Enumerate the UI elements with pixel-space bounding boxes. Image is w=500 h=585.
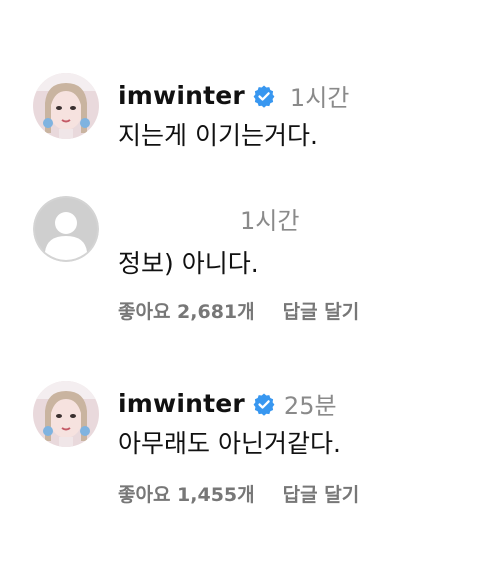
avatar-photo-icon (33, 381, 99, 447)
user-avatar[interactable] (33, 381, 99, 447)
user-avatar[interactable] (33, 73, 99, 139)
reply-button[interactable]: 답글 달기 (283, 480, 360, 507)
comment-text: 정보) 아니다. (118, 249, 259, 278)
comment-actions: 좋아요 2,681개 답글 달기 (118, 297, 359, 324)
verified-badge-icon (252, 84, 276, 108)
comment-text: 아무래도 아닌거같다. (118, 429, 341, 458)
verified-badge-icon (252, 392, 276, 416)
comment-header: imwinter 1시간 (118, 78, 349, 113)
comment-text: 지는게 이기는거다. (118, 121, 318, 150)
avatar-photo-icon (33, 73, 99, 139)
comment-time: 1시간 (240, 206, 300, 235)
comment-time: 1시간 (289, 84, 350, 112)
likes-count[interactable]: 좋아요 1,455개 (118, 480, 255, 507)
username[interactable]: imwinter (118, 81, 245, 110)
comment-actions: 좋아요 1,455개 답글 달기 (118, 480, 359, 507)
comment-header: 1시간 (0, 202, 500, 235)
reply-button[interactable]: 답글 달기 (283, 297, 360, 324)
likes-count[interactable]: 좋아요 2,681개 (118, 297, 255, 324)
username[interactable]: imwinter (118, 389, 245, 418)
comment-header: imwinter 25분 (118, 386, 337, 421)
comment-time: 25분 (283, 392, 337, 420)
